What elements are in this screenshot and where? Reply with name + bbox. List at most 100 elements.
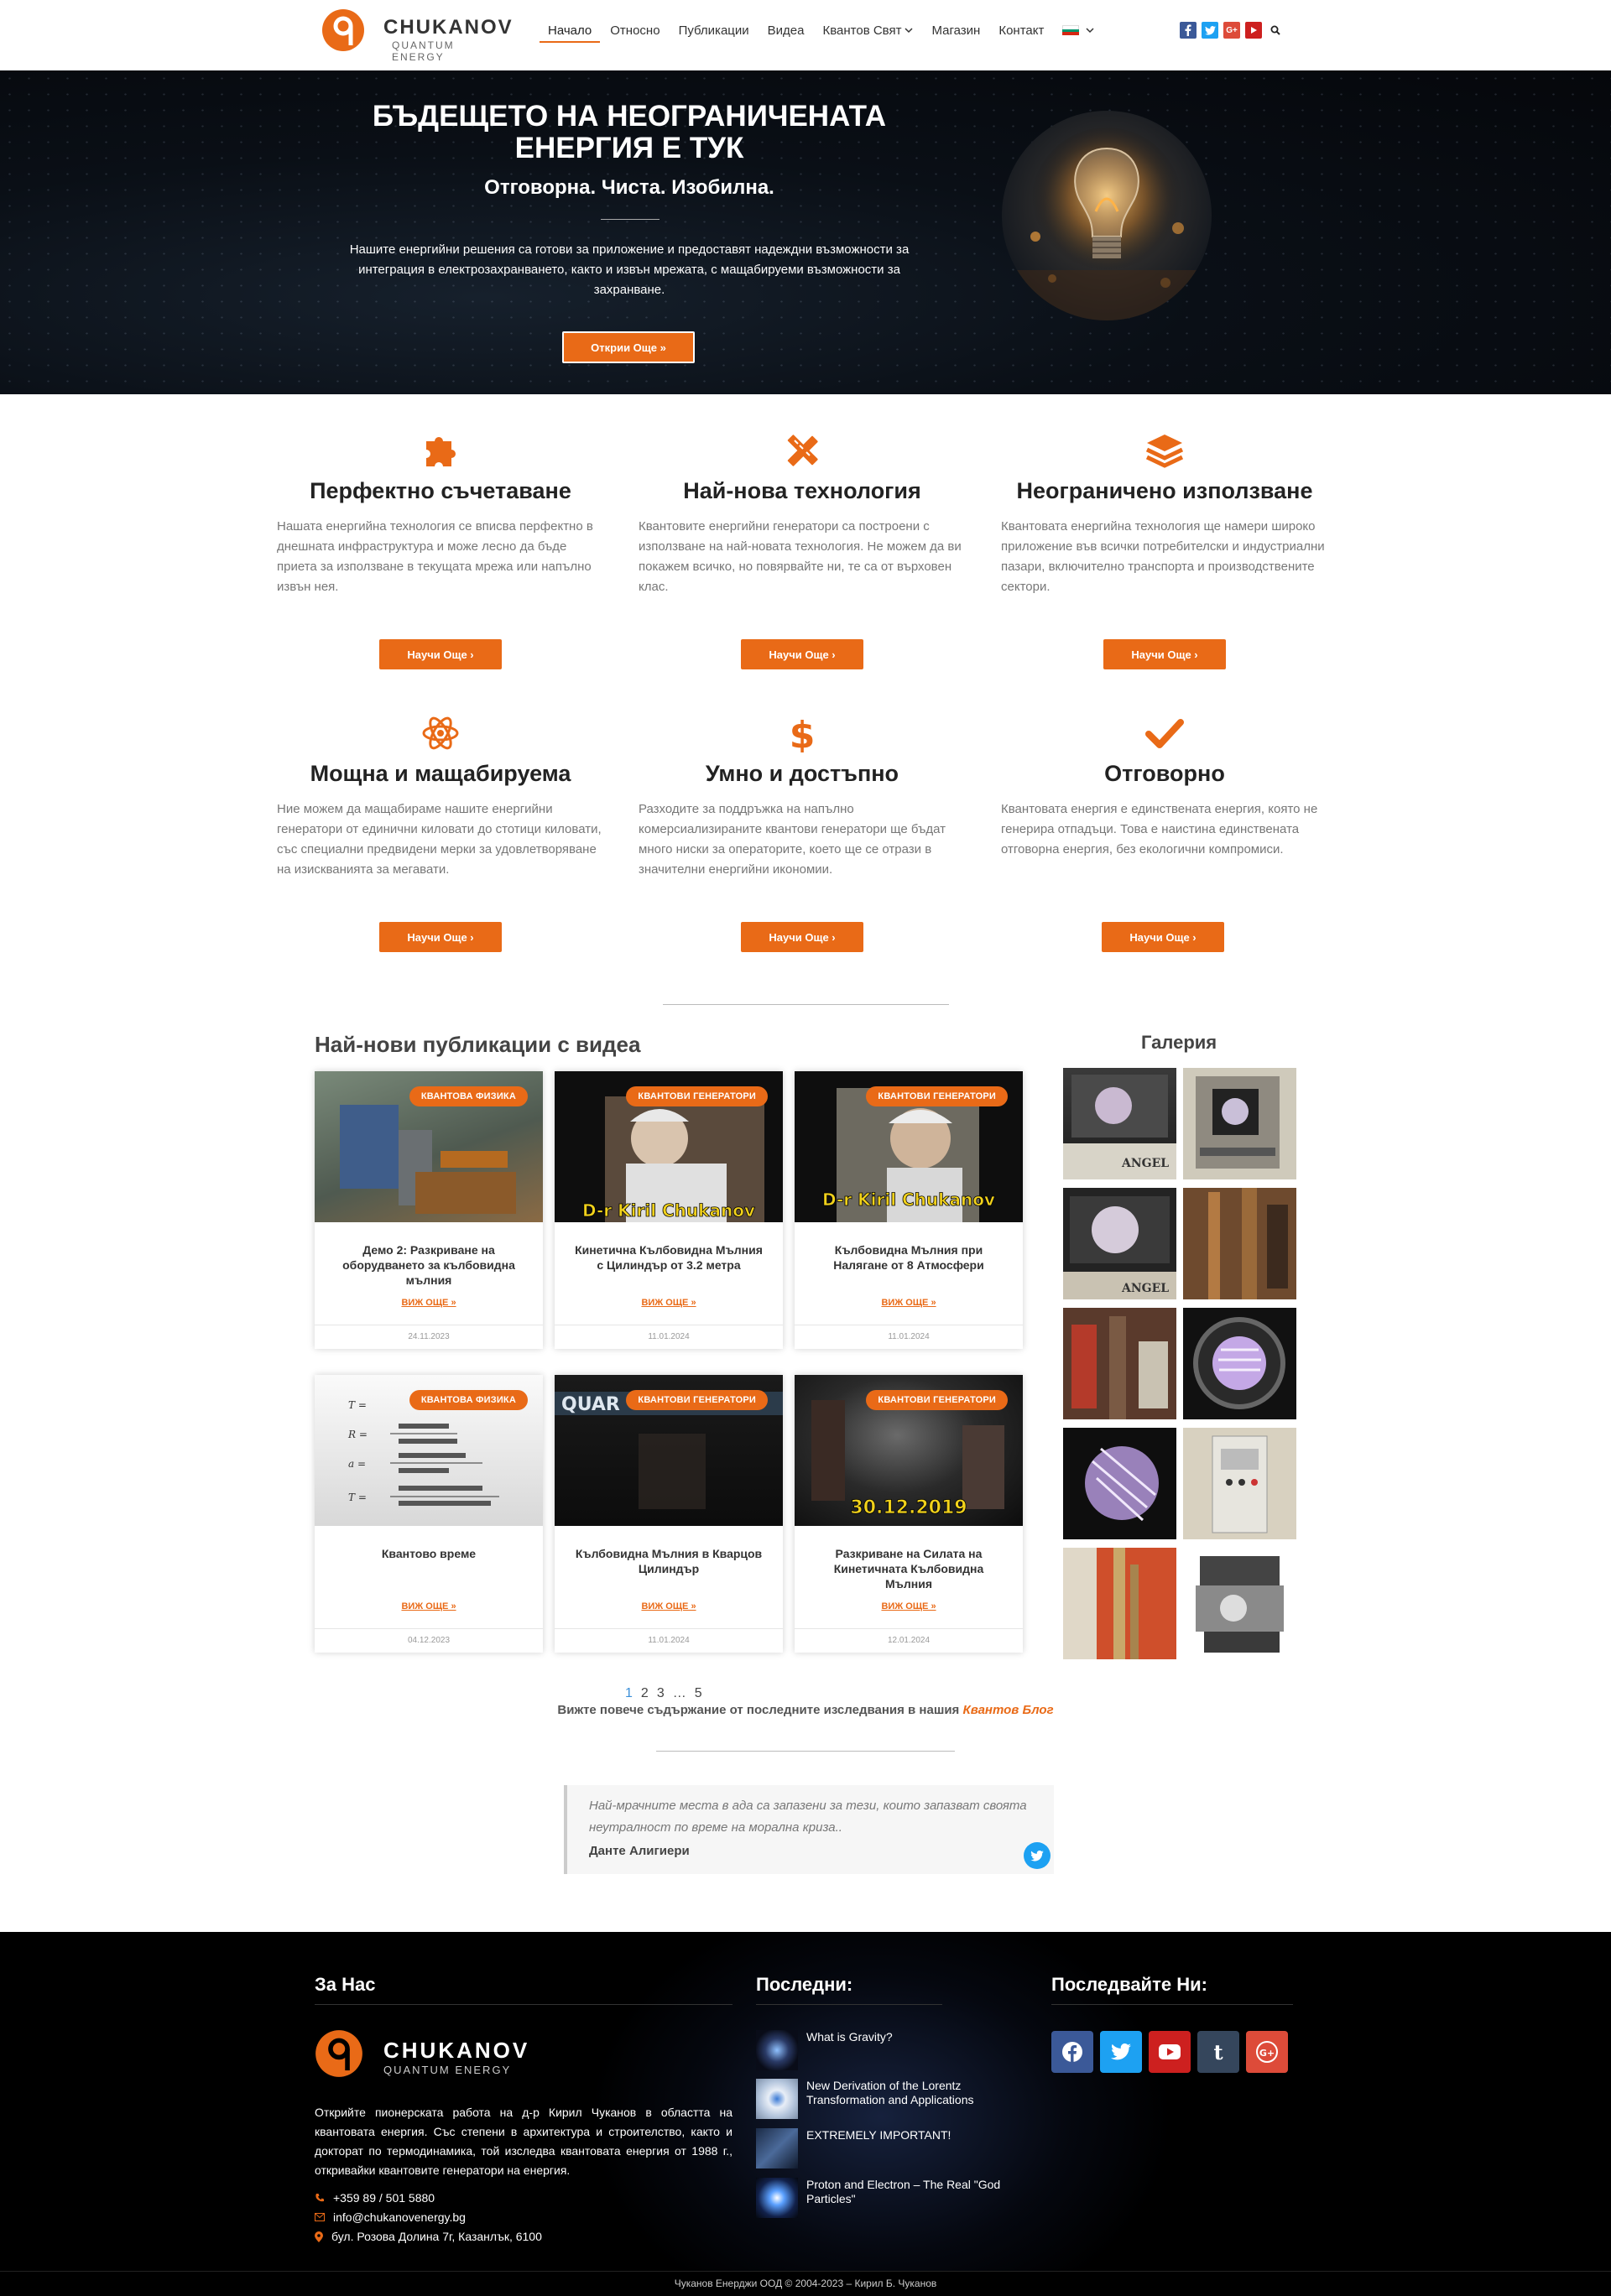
footer-about-title: За Нас	[315, 1974, 376, 1995]
youtube-icon[interactable]	[1149, 2031, 1191, 2073]
feature-title: Мощна и мащабируема	[310, 761, 571, 786]
footer-logo[interactable]: CHUKANOV QUANTUM ENERGY	[315, 2029, 533, 2080]
search-icon[interactable]	[1267, 22, 1284, 39]
category-badge[interactable]: КВАНТОВИ ГЕНЕРАТОРИ	[866, 1086, 1008, 1106]
tweet-quote-icon[interactable]	[1024, 1842, 1051, 1869]
publication-title[interactable]: Кинетична Кълбовидна Мълния с Цилиндър о…	[571, 1242, 766, 1273]
read-more-link[interactable]: ВИЖ ОЩЕ »	[555, 1298, 783, 1308]
post-thumbnail[interactable]	[756, 2030, 798, 2070]
feature-title: Най-нова технология	[683, 478, 921, 503]
google-plus-icon[interactable]: G+	[1223, 22, 1240, 39]
publication-card[interactable]: T = R = a = T = КВАНТОВА ФИЗИКА Квантово вр…	[315, 1375, 543, 1653]
read-more-link[interactable]: ВИЖ ОЩЕ »	[315, 1601, 543, 1611]
brand-name: CHUKANOV	[383, 2038, 530, 2063]
learn-more-button[interactable]: Научи Още ›	[741, 639, 863, 669]
language-switcher[interactable]	[1062, 25, 1094, 36]
latest-post[interactable]: EXTREMELY IMPORTANT!	[756, 2128, 1008, 2168]
latest-post-title[interactable]: EXTREMELY IMPORTANT!	[806, 2128, 1008, 2142]
page-2[interactable]: 2	[641, 1686, 649, 1701]
learn-more-button[interactable]: Научи Още ›	[379, 639, 502, 669]
page-5[interactable]: 5	[695, 1686, 702, 1701]
nav-item-about[interactable]: Относно	[610, 23, 660, 38]
post-thumbnail[interactable]	[756, 2079, 798, 2119]
gallery-caption: ANGEL	[1121, 1282, 1169, 1295]
nav-item-home[interactable]: Начало	[539, 23, 601, 43]
gallery-image[interactable]	[1183, 1428, 1296, 1539]
learn-more-button[interactable]: Научи Още ›	[379, 922, 502, 952]
latest-post[interactable]: Proton and Electron – The Real "God Part…	[756, 2178, 1008, 2218]
publication-card[interactable]: D-r Kiril Chukanov КВАНТОВИ ГЕНЕРАТОРИ К…	[555, 1071, 783, 1349]
youtube-icon[interactable]	[1245, 22, 1262, 39]
facebook-icon[interactable]	[1051, 2031, 1093, 2073]
atom-icon	[422, 716, 459, 750]
twitter-icon[interactable]	[1100, 2031, 1142, 2073]
publication-title[interactable]: Демо 2: Разкриване на оборудването за къ…	[331, 1242, 526, 1288]
publication-title[interactable]: Разкриване на Силата на Кинетичната Кълб…	[811, 1546, 1006, 1591]
publication-card[interactable]: 30.12.2019 КВАНТОВИ ГЕНЕРАТОРИ Разкриван…	[795, 1375, 1023, 1653]
svg-text:T =: T =	[348, 1492, 367, 1503]
publication-title[interactable]: Квантово време	[331, 1546, 526, 1561]
publication-card[interactable]: QUAR КВАНТОВИ ГЕНЕРАТОРИ Кълбовидна Мълн…	[555, 1375, 783, 1653]
latest-post[interactable]: New Derivation of the Lorentz Transforma…	[756, 2079, 1008, 2119]
footer-divider	[315, 2004, 733, 2005]
page-1[interactable]: 1	[625, 1686, 633, 1701]
gallery-image[interactable]	[1183, 1308, 1296, 1419]
gallery-caption: ANGEL	[1121, 1157, 1169, 1170]
feature-text: Квантовата енергия е единствената енерги…	[1001, 802, 1318, 856]
category-badge[interactable]: КВАНТОВА ФИЗИКА	[409, 1086, 528, 1106]
post-thumbnail[interactable]	[756, 2178, 798, 2218]
twitter-icon[interactable]	[1202, 22, 1218, 39]
read-more-link[interactable]: ВИЖ ОЩЕ »	[555, 1601, 783, 1611]
video-caption: D-r Kiril Chukanov	[582, 1200, 755, 1221]
latest-post-title[interactable]: New Derivation of the Lorentz Transforma…	[806, 2079, 1008, 2107]
page-3[interactable]: 3	[657, 1686, 665, 1701]
layers-icon	[1145, 435, 1184, 468]
facebook-icon[interactable]	[1180, 22, 1197, 39]
publication-title[interactable]: Кълбовидна Мълния в Кварцов Цилиндър	[571, 1546, 766, 1576]
category-badge[interactable]: КВАНТОВИ ГЕНЕРАТОРИ	[866, 1390, 1008, 1410]
gallery-image[interactable]: ANGEL	[1063, 1188, 1176, 1299]
section-divider	[663, 1004, 949, 1005]
learn-more-button[interactable]: Научи Още ›	[1103, 639, 1226, 669]
discover-more-button[interactable]: Открии Още »	[562, 331, 695, 363]
latest-post[interactable]: What is Gravity?	[756, 2030, 1008, 2070]
category-badge[interactable]: КВАНТОВА ФИЗИКА	[409, 1390, 528, 1410]
learn-more-button[interactable]: Научи Още ›	[741, 922, 863, 952]
read-more-link[interactable]: ВИЖ ОЩЕ »	[795, 1298, 1023, 1308]
nav-item-publications[interactable]: Публикации	[679, 23, 749, 38]
site-logo[interactable]: CHUKANOV QUANTUM ENERGY	[321, 7, 512, 63]
nav-item-quantum-world[interactable]: Квантов Свят	[822, 23, 913, 38]
nav-item-videos[interactable]: Видеа	[768, 23, 805, 38]
gallery-image[interactable]	[1183, 1188, 1296, 1299]
gallery-image[interactable]	[1063, 1428, 1176, 1539]
feature-text: Ние можем да мащабираме нашите енергийни…	[277, 802, 602, 877]
phone-icon	[315, 2194, 324, 2202]
quantum-blog-link[interactable]: Квантов Блог	[962, 1703, 1053, 1717]
category-badge[interactable]: КВАНТОВИ ГЕНЕРАТОРИ	[626, 1390, 768, 1410]
hero-banner: БЪДЕЩЕТО НА НЕОГРАНИЧЕНАТА ЕНЕРГИЯ Е ТУК…	[0, 70, 1611, 394]
latest-post-title[interactable]: What is Gravity?	[806, 2030, 1008, 2044]
footer-phone[interactable]: +359 89 / 501 5880	[315, 2191, 435, 2205]
gallery-image[interactable]	[1063, 1548, 1176, 1659]
publication-card[interactable]: D-r Kiril Chukanov КВАНТОВИ ГЕНЕРАТОРИ К…	[795, 1071, 1023, 1349]
bulgarian-flag-icon	[1062, 25, 1080, 36]
publication-title[interactable]: Кълбовидна Мълния при Налягане от 8 Атмо…	[811, 1242, 1006, 1273]
gallery-image[interactable]	[1183, 1068, 1296, 1179]
tumblr-icon[interactable]: t	[1197, 2031, 1239, 2073]
nav-item-contact[interactable]: Контакт	[998, 23, 1044, 38]
read-more-link[interactable]: ВИЖ ОЩЕ »	[795, 1601, 1023, 1611]
gallery-image[interactable]: ANGEL	[1063, 1068, 1176, 1179]
gallery-image[interactable]	[1063, 1308, 1176, 1419]
category-badge[interactable]: КВАНТОВИ ГЕНЕРАТОРИ	[626, 1086, 768, 1106]
nav-item-quantum-world-label: Квантов Свят	[822, 23, 902, 38]
svg-text:$: $	[790, 714, 816, 752]
latest-post-title[interactable]: Proton and Electron – The Real "God Part…	[806, 2178, 1008, 2206]
google-plus-icon[interactable]: G+	[1246, 2031, 1288, 2073]
gallery-image[interactable]	[1183, 1548, 1296, 1659]
post-thumbnail[interactable]	[756, 2128, 798, 2168]
footer-email[interactable]: info@chukanovenergy.bg	[315, 2210, 466, 2224]
publication-card[interactable]: КВАНТОВА ФИЗИКА Демо 2: Разкриване на об…	[315, 1071, 543, 1349]
learn-more-button[interactable]: Научи Още ›	[1102, 922, 1224, 952]
read-more-link[interactable]: ВИЖ ОЩЕ »	[315, 1298, 543, 1308]
nav-item-shop[interactable]: Магазин	[931, 23, 980, 38]
